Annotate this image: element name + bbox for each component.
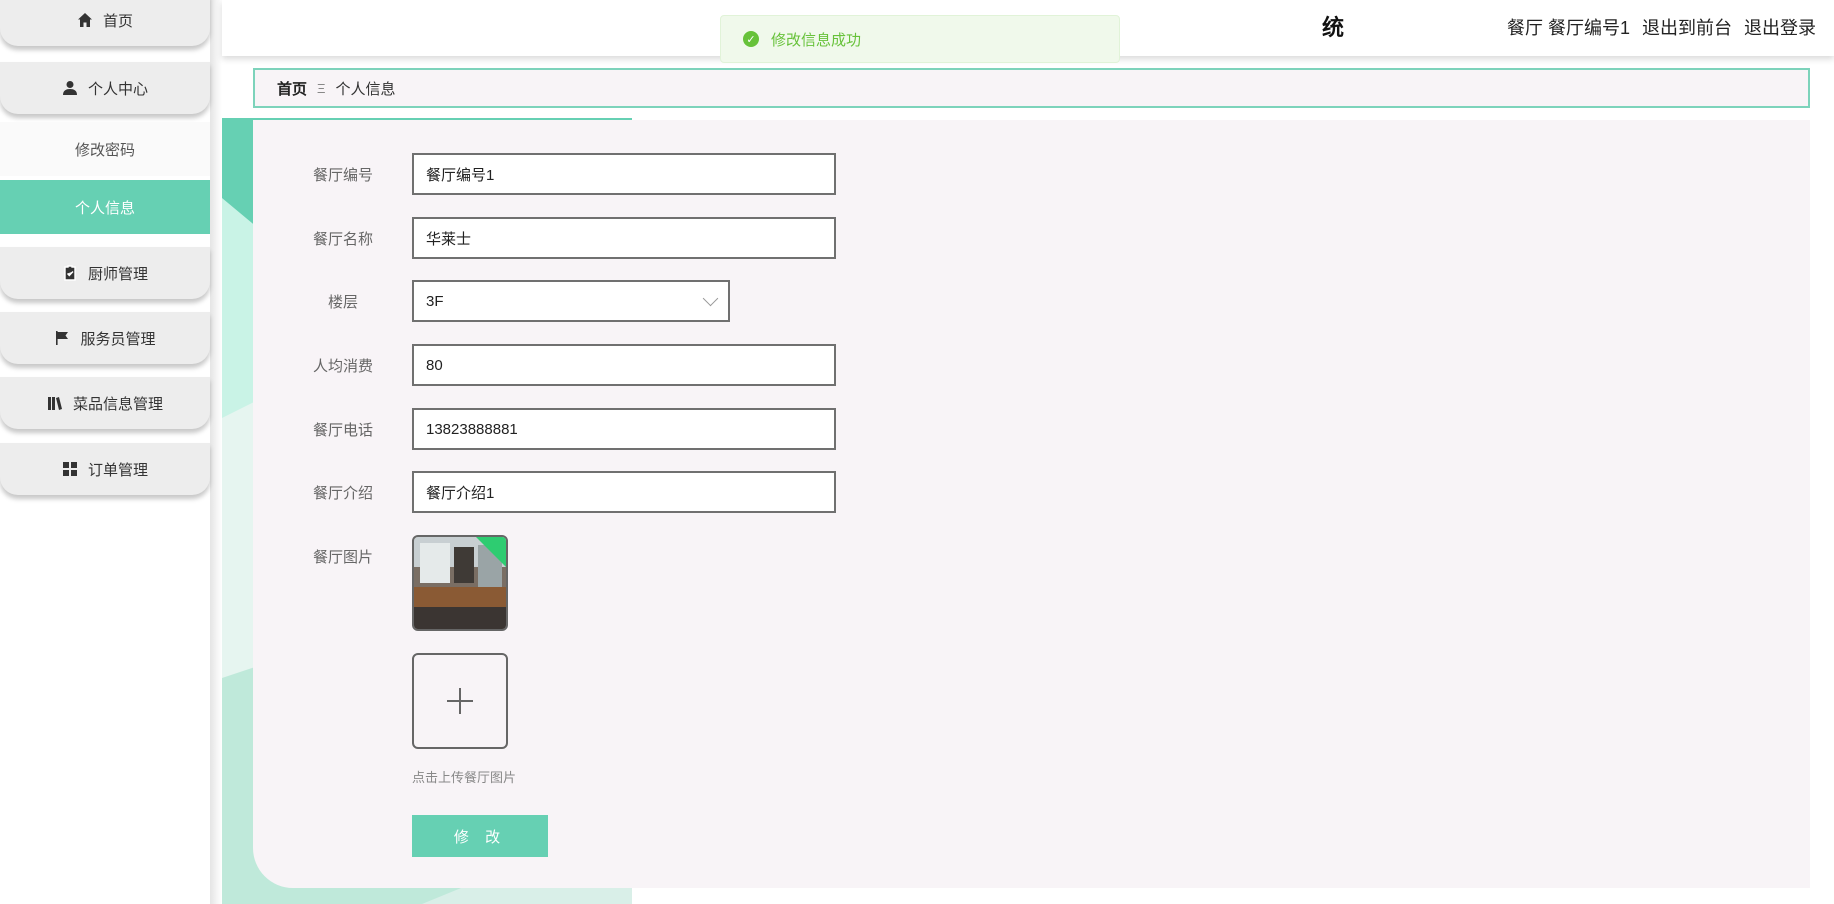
exit-to-front-link[interactable]: 退出到前台	[1642, 14, 1732, 40]
current-user: 餐厅 餐厅编号1	[1506, 18, 1630, 38]
sidebar-item-label: 服务员管理	[80, 330, 156, 348]
restaurant-image-thumbnail[interactable]	[412, 535, 508, 631]
sidebar-item-order-management[interactable]: 订单管理	[0, 443, 210, 495]
sidebar-item-label: 厨师管理	[87, 265, 148, 283]
breadcrumb: 首页 Ξ 个人信息	[253, 68, 1810, 108]
clipboard-check-icon	[64, 265, 76, 281]
restaurant-photo	[414, 537, 506, 629]
sidebar-item-waiter-management[interactable]: 服务员管理	[0, 312, 210, 364]
plus-icon	[447, 688, 473, 714]
chevron-down-icon	[702, 290, 719, 307]
intro-input[interactable]: 餐厅介绍1	[412, 471, 836, 513]
grid-icon	[62, 462, 77, 476]
phone-label: 餐厅电话	[312, 421, 373, 439]
sidebar-item-label: 订单管理	[87, 461, 148, 479]
logout-link[interactable]: 退出登录	[1744, 14, 1816, 40]
form-row-image: 餐厅图片	[253, 535, 373, 577]
floor-selected-value: 3F	[426, 292, 444, 310]
sidebar-item-personal-center[interactable]: 个人中心	[0, 62, 210, 114]
toast-message: 修改信息成功	[771, 31, 862, 49]
intro-label: 餐厅介绍	[312, 484, 373, 502]
sidebar-item-label: 个人中心	[87, 80, 148, 98]
submit-button[interactable]: 修 改	[412, 815, 548, 857]
flag-icon	[56, 331, 69, 345]
sidebar-subitem-change-password[interactable]: 修改密码	[0, 122, 210, 176]
sidebar-item-label: 修改密码	[74, 141, 135, 159]
system-title: 统	[1322, 15, 1345, 40]
success-check-icon: ✓	[743, 31, 759, 47]
sidebar-item-chef-management[interactable]: 厨师管理	[0, 247, 210, 299]
restaurant-name-label: 餐厅名称	[312, 230, 373, 248]
form-row-intro: 餐厅介绍	[253, 471, 373, 513]
image-upload-button[interactable]	[412, 653, 508, 749]
restaurant-no-label: 餐厅编号	[312, 166, 373, 184]
sidebar-shadow	[210, 0, 222, 904]
personal-info-panel: 餐厅编号 餐厅编号1 餐厅名称 华莱士 楼层 3F 人均消费 80 餐厅电话 1…	[253, 120, 1810, 888]
form-row-restaurant-name: 餐厅名称	[253, 217, 373, 259]
avg-spend-label: 人均消费	[312, 357, 373, 375]
breadcrumb-separator: Ξ	[317, 80, 326, 96]
sidebar-item-home[interactable]: 首页	[0, 0, 210, 46]
floor-label: 楼层	[327, 293, 358, 311]
avg-spend-input[interactable]: 80	[412, 344, 836, 386]
success-toast: ✓ 修改信息成功	[720, 15, 1120, 63]
form-row-restaurant-no: 餐厅编号	[253, 153, 373, 195]
sidebar-subitem-personal-info[interactable]: 个人信息	[0, 180, 210, 234]
image-label: 餐厅图片	[312, 548, 373, 566]
phone-input[interactable]: 13823888881	[412, 408, 836, 450]
floor-select[interactable]: 3F	[412, 280, 730, 322]
sidebar: 首页 个人中心 修改密码 个人信息 厨师管理 服务员管理 菜品信息管理 订单管理	[0, 0, 210, 904]
user-icon	[62, 81, 77, 95]
form-row-floor: 楼层	[253, 280, 358, 322]
form-row-avg-spend: 人均消费	[253, 344, 373, 386]
home-icon	[77, 13, 92, 27]
breadcrumb-home[interactable]: 首页	[277, 78, 307, 99]
sidebar-item-label: 菜品信息管理	[72, 395, 163, 413]
sidebar-item-label: 首页	[102, 12, 133, 30]
upload-hint: 点击上传餐厅图片	[412, 770, 517, 785]
restaurant-no-input[interactable]: 餐厅编号1	[412, 153, 836, 195]
breadcrumb-current: 个人信息	[335, 80, 396, 98]
restaurant-name-input[interactable]: 华莱士	[412, 217, 836, 259]
user-menu: 餐厅 餐厅编号1 退出到前台 退出登录	[1507, 14, 1816, 40]
sidebar-item-dish-management[interactable]: 菜品信息管理	[0, 377, 210, 429]
sidebar-item-label: 个人信息	[74, 199, 135, 217]
form-row-phone: 餐厅电话	[253, 408, 373, 450]
books-icon	[47, 397, 62, 410]
